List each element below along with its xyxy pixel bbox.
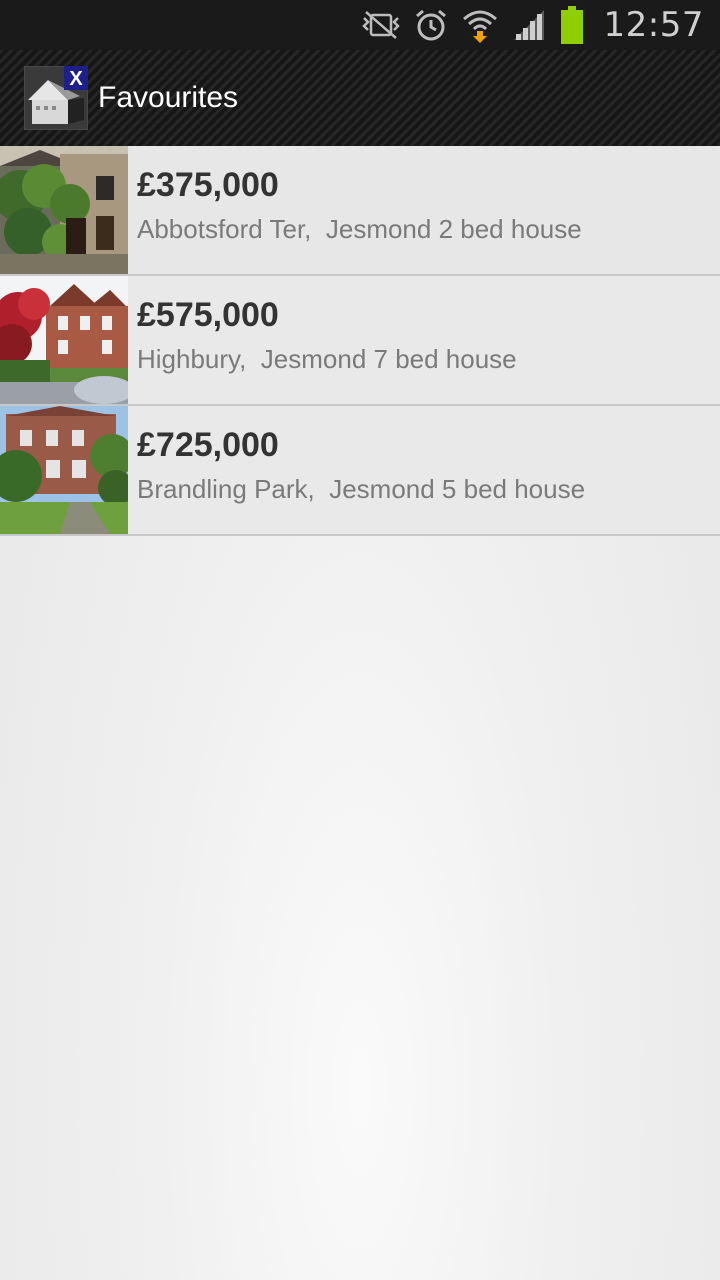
favourites-list: £375,000 Abbotsford Ter, Jesmond 2 bed h… <box>0 146 720 536</box>
page-title: Favourites <box>98 81 239 114</box>
list-item[interactable]: £725,000 Brandling Park, Jesmond 5 bed h… <box>0 406 720 536</box>
listing-price: £375,000 <box>137 166 279 204</box>
status-bar: 12:57 <box>0 0 720 50</box>
status-clock: 12:57 <box>603 5 704 45</box>
listing-price: £725,000 <box>137 426 279 464</box>
list-item[interactable]: £375,000 Abbotsford Ter, Jesmond 2 bed h… <box>0 146 720 276</box>
ivy-covered-terrace-photo <box>0 146 128 274</box>
red-brick-villas-photo <box>0 276 128 404</box>
action-bar: X Favourites <box>0 50 720 146</box>
vibrate-mute-icon <box>361 11 400 39</box>
signal-icon <box>513 10 544 40</box>
status-icons: 12:57 <box>348 0 704 50</box>
battery-icon <box>560 6 583 44</box>
listing-description: Highbury, Jesmond 7 bed house <box>137 344 517 374</box>
wifi-download-icon <box>462 10 497 43</box>
listing-price: £575,000 <box>137 296 279 334</box>
listing-description: Brandling Park, Jesmond 5 bed house <box>137 474 586 504</box>
list-item[interactable]: £575,000 Highbury, Jesmond 7 bed house <box>0 276 720 406</box>
listing-description: Abbotsford Ter, Jesmond 2 bed house <box>137 214 582 244</box>
alarm-icon <box>415 9 446 41</box>
logo-badge-text: X <box>69 68 83 90</box>
brick-house-garden-photo <box>0 406 128 534</box>
house-x-logo-icon[interactable]: X <box>24 66 88 130</box>
